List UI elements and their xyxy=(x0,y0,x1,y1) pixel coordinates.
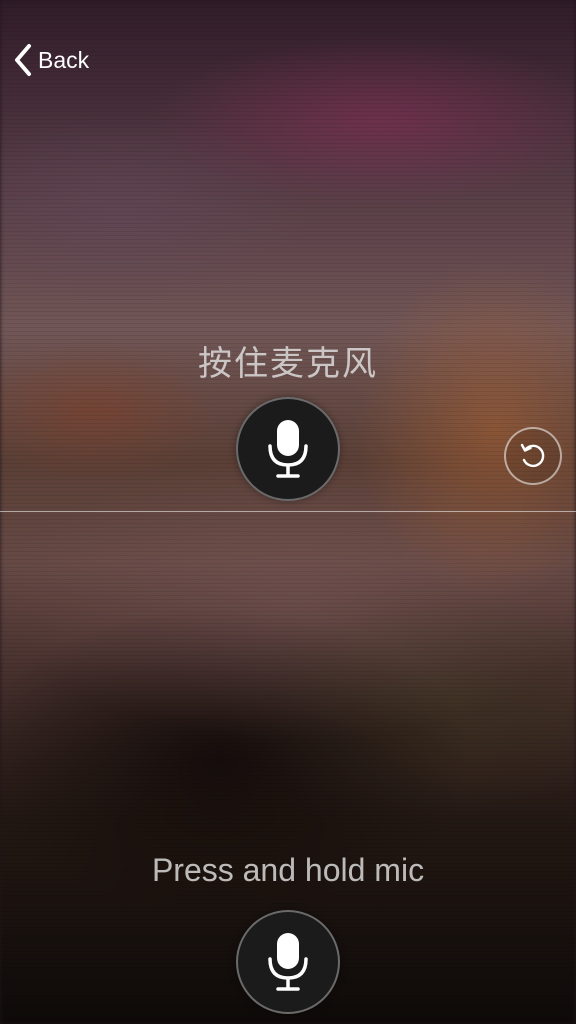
upper-mic-button[interactable] xyxy=(236,397,340,501)
panel-divider xyxy=(0,511,576,512)
back-button[interactable]: Back xyxy=(12,40,89,80)
swap-languages-button[interactable] xyxy=(504,427,562,485)
upper-prompt: 按住麦克风 xyxy=(198,344,378,384)
lower-mic-button[interactable] xyxy=(236,910,340,1014)
back-label: Back xyxy=(38,46,90,73)
microphone-icon xyxy=(268,933,308,991)
translator-screen: Back 按住麦克风 Press and hold mic xyxy=(0,0,576,1024)
chevron-left-icon xyxy=(15,44,31,76)
rotate-icon xyxy=(520,443,545,468)
lower-prompt: Press and hold mic xyxy=(151,852,425,888)
microphone-icon xyxy=(268,420,308,478)
